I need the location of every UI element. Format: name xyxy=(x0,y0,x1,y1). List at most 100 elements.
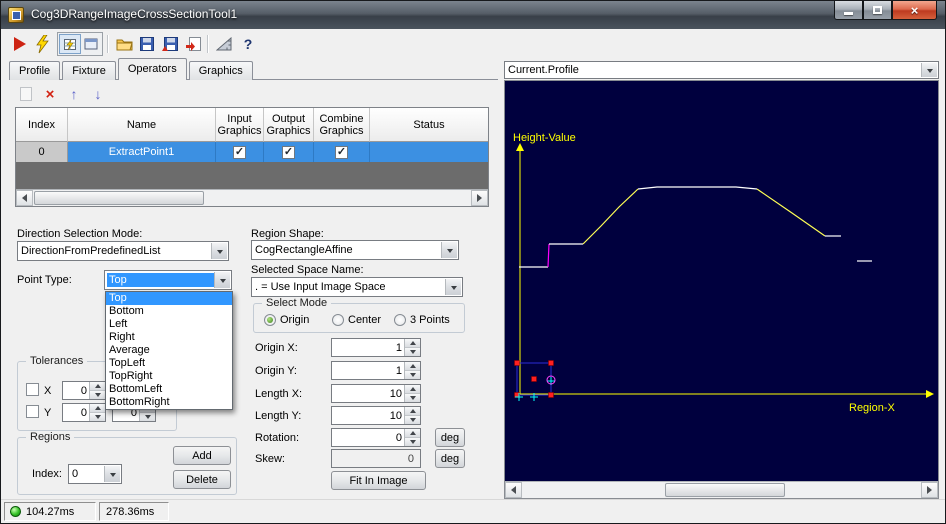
table-horizontal-scrollbar[interactable] xyxy=(16,189,488,206)
profile-plot[interactable]: Height-Value Region-X xyxy=(505,81,938,481)
help-button[interactable]: ? xyxy=(237,33,259,55)
combo-dropdown-button[interactable] xyxy=(214,272,230,288)
grid-run-toggle-button[interactable] xyxy=(59,34,81,54)
scrollbar-thumb[interactable] xyxy=(34,191,204,205)
combo-dropdown-button[interactable] xyxy=(441,242,457,258)
radio-3points[interactable]: 3 Points xyxy=(394,314,450,326)
point-type-combobox[interactable]: Top xyxy=(104,270,232,290)
combo-dropdown-button[interactable] xyxy=(921,63,937,77)
combo-dropdown-button[interactable] xyxy=(211,243,227,259)
space-name-combobox[interactable]: . = Use Input Image Space xyxy=(251,277,463,297)
dropdown-option-average[interactable]: Average xyxy=(106,344,232,357)
input-graphics-checkbox[interactable] xyxy=(233,145,246,159)
display-horizontal-scrollbar[interactable] xyxy=(505,481,938,498)
save-button[interactable] xyxy=(136,33,158,55)
combine-graphics-checkbox[interactable] xyxy=(335,145,348,159)
toolbar-separator xyxy=(107,35,108,53)
dropdown-option-right[interactable]: Right xyxy=(106,331,232,344)
length-y-input[interactable]: 10 xyxy=(331,406,421,425)
spin-up-button[interactable] xyxy=(405,407,420,416)
dropdown-option-bottomright[interactable]: BottomRight xyxy=(106,396,232,409)
delete-region-button[interactable]: Delete xyxy=(173,470,231,489)
tab-fixture[interactable]: Fixture xyxy=(62,61,116,80)
spin-down-button[interactable] xyxy=(405,348,420,356)
float-window-toggle-button[interactable] xyxy=(81,34,101,54)
scrollbar-thumb[interactable] xyxy=(665,483,785,497)
rotation-input[interactable]: 0 xyxy=(331,428,421,447)
spin-up-button[interactable] xyxy=(90,404,105,413)
length-x-input[interactable]: 10 xyxy=(331,384,421,403)
spin-up-button[interactable] xyxy=(405,339,420,348)
help-icon: ? xyxy=(243,36,253,52)
tab-operators[interactable]: Operators xyxy=(117,58,187,80)
spin-down-button[interactable] xyxy=(90,413,105,421)
minimize-button[interactable] xyxy=(834,1,863,20)
scroll-right-button[interactable] xyxy=(921,482,938,498)
delete-icon: × xyxy=(45,85,55,103)
output-graphics-checkbox[interactable] xyxy=(282,145,295,159)
skew-deg-button[interactable]: deg xyxy=(435,449,465,468)
radio-icon xyxy=(332,314,344,326)
run-button[interactable] xyxy=(9,33,31,55)
dropdown-option-bottom[interactable]: Bottom xyxy=(106,305,232,318)
tab-profile[interactable]: Profile xyxy=(9,61,61,80)
close-button[interactable]: × xyxy=(892,1,937,20)
radio-center[interactable]: Center xyxy=(332,314,381,326)
add-operator-button[interactable] xyxy=(17,85,35,103)
dropdown-option-left[interactable]: Left xyxy=(106,318,232,331)
scroll-right-button[interactable] xyxy=(471,190,488,206)
radio-origin[interactable]: Origin xyxy=(264,314,309,326)
add-region-button[interactable]: Add xyxy=(173,446,231,465)
maximize-button[interactable] xyxy=(863,1,892,20)
electric-run-button[interactable] xyxy=(31,33,53,55)
radio-icon xyxy=(394,314,406,326)
origin-x-input[interactable]: 1 xyxy=(331,338,421,357)
scroll-left-button[interactable] xyxy=(16,190,33,206)
origin-y-input[interactable]: 1 xyxy=(331,361,421,380)
display-record-combobox[interactable]: Current.Profile xyxy=(504,61,939,79)
length-y-label: Length Y: xyxy=(255,410,302,422)
spin-up-button[interactable] xyxy=(90,382,105,391)
protractor-button[interactable] xyxy=(213,33,235,55)
tab-graphics[interactable]: Graphics xyxy=(188,61,253,80)
spin-down-button[interactable] xyxy=(90,391,105,399)
region-index-combobox[interactable]: 0 xyxy=(68,464,122,484)
delete-operator-button[interactable]: × xyxy=(41,85,59,103)
tolerance-x-min-input[interactable]: 0 xyxy=(62,381,106,400)
combo-dropdown-button[interactable] xyxy=(104,466,120,482)
dropdown-option-topright[interactable]: TopRight xyxy=(106,370,232,383)
scroll-left-button[interactable] xyxy=(505,482,522,498)
table-row[interactable]: 0 ExtractPoint1 xyxy=(16,142,488,162)
tolerance-y-checkbox[interactable] xyxy=(26,405,39,418)
row-index-cell: 0 xyxy=(16,142,68,162)
space-name-label: Selected Space Name: xyxy=(251,264,364,276)
spin-down-button[interactable] xyxy=(405,394,420,402)
fit-in-image-button[interactable]: Fit In Image xyxy=(331,471,426,490)
move-up-button[interactable]: ↑ xyxy=(65,85,83,103)
rotation-deg-button[interactable]: deg xyxy=(435,428,465,447)
dropdown-option-top[interactable]: Top xyxy=(106,292,232,305)
move-down-button[interactable]: ↓ xyxy=(89,85,107,103)
profile-display[interactable]: Height-Value Region-X xyxy=(504,80,939,499)
region-shape-combobox[interactable]: CogRectangleAffine xyxy=(251,240,459,260)
tolerance-x-checkbox[interactable] xyxy=(26,383,39,396)
spin-down-button[interactable] xyxy=(405,371,420,379)
spin-up-button[interactable] xyxy=(405,385,420,394)
import-button[interactable] xyxy=(182,33,204,55)
spin-down-button[interactable] xyxy=(405,438,420,446)
spin-up-button[interactable] xyxy=(405,429,420,438)
spin-down-button[interactable] xyxy=(405,416,420,424)
window-title: Cog3DRangeImageCrossSectionTool1 xyxy=(31,7,238,21)
tolerance-y-min-input[interactable]: 0 xyxy=(62,403,106,422)
dropdown-option-topleft[interactable]: TopLeft xyxy=(106,357,232,370)
dropdown-option-bottomleft[interactable]: BottomLeft xyxy=(106,383,232,396)
combo-dropdown-button[interactable] xyxy=(445,279,461,295)
open-file-button[interactable] xyxy=(113,33,135,55)
spin-up-button[interactable] xyxy=(405,362,420,371)
save-image-button[interactable] xyxy=(159,33,181,55)
chevron-down-icon xyxy=(216,249,223,257)
direction-mode-combobox[interactable]: DirectionFromPredefinedList xyxy=(17,241,229,261)
display-record-value: Current.Profile xyxy=(508,64,579,76)
tab-strip: Profile Fixture Operators Graphics xyxy=(9,58,255,80)
spin-down-button[interactable] xyxy=(140,413,155,421)
